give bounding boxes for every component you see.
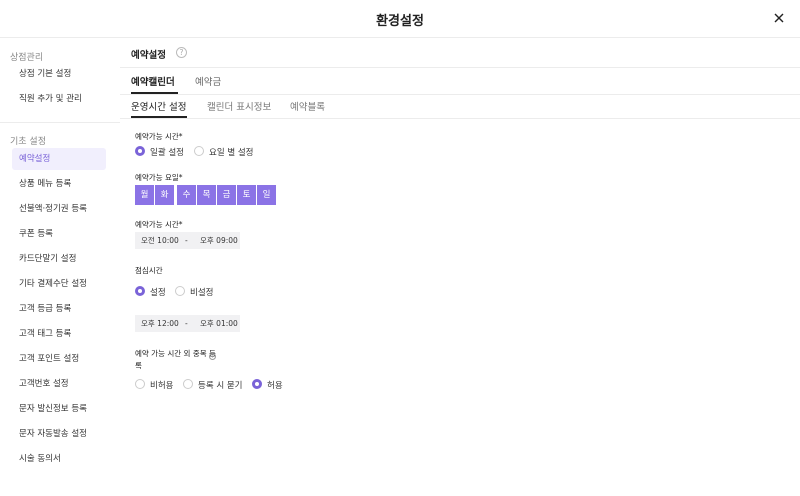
sidebar-item-prepaid[interactable]: 선불액·정기권 등록 <box>12 198 106 220</box>
radio-lunch-off-label: 비설정 <box>190 288 214 298</box>
day-chip-sun[interactable]: 일 <box>257 185 276 205</box>
sidebar-item-sms-auto[interactable]: 문자 자동발송 설정 <box>12 423 106 445</box>
divider <box>120 118 800 119</box>
lunch-label: 점심시간 <box>135 266 163 275</box>
sidebar-item-sms-sender[interactable]: 문자 발신정보 등록 <box>12 398 106 420</box>
radio-duplicate-ask[interactable] <box>183 379 193 389</box>
radio-per-day-setting[interactable] <box>194 146 204 156</box>
day-selector: 월 화 수 목 금 토 일 <box>135 185 277 205</box>
day-chip-fri[interactable]: 금 <box>217 185 236 205</box>
time-separator: - <box>185 236 188 245</box>
day-chip-sat[interactable]: 토 <box>237 185 256 205</box>
modal-title: 환경설정 <box>376 14 424 29</box>
sidebar-item-customer-point[interactable]: 고객 포인트 설정 <box>12 348 106 370</box>
day-chip-thu[interactable]: 목 <box>197 185 216 205</box>
radio-batch-setting[interactable] <box>135 146 145 156</box>
tab-deposit[interactable]: 예약금 <box>195 74 221 88</box>
sidebar-group-store: 상점관리 <box>10 53 44 63</box>
radio-lunch-on[interactable] <box>135 286 145 296</box>
radio-duplicate-allow-label: 허용 <box>267 381 283 391</box>
sidebar-item-card-terminal[interactable]: 카드단말기 설정 <box>12 248 106 270</box>
day-chip-mon[interactable]: 월 <box>135 185 154 205</box>
divider <box>120 67 800 68</box>
tab-reservation-block[interactable]: 예약블록 <box>290 99 325 113</box>
lunch-end-time-field[interactable]: 오후 01:00 <box>200 315 238 332</box>
available-days-label: 예약가능 요일* <box>135 173 183 182</box>
lunch-start-time-field[interactable]: 오후 12:00 <box>141 315 179 332</box>
end-time-field[interactable]: 오후 09:00 <box>200 232 238 249</box>
close-icon[interactable] <box>770 9 788 27</box>
modal-header: 환경설정 <box>0 0 800 38</box>
radio-duplicate-disallow-label: 비허용 <box>150 381 174 391</box>
duplicate-label-line2: 록 <box>135 361 142 370</box>
sidebar-item-customer-grade[interactable]: 고객 등급 등록 <box>12 298 106 320</box>
available-hours-range: 오전 10:00 - 오후 09:00 <box>135 232 240 249</box>
radio-batch-setting-label: 일괄 설정 <box>150 148 184 158</box>
day-chip-tue[interactable]: 화 <box>155 185 174 205</box>
available-hours-label: 예약가능 시간* <box>135 220 183 229</box>
sidebar-item-customer-number[interactable]: 고객번호 설정 <box>12 373 106 395</box>
sidebar: 상점관리 상점 기본 설정 직원 추가 및 관리 기초 설정 예약설정 상품 메… <box>0 38 120 496</box>
sidebar-item-store-basic[interactable]: 상점 기본 설정 <box>12 63 106 85</box>
radio-duplicate-allow[interactable] <box>252 379 262 389</box>
sidebar-divider <box>0 122 120 123</box>
sidebar-item-reservation[interactable]: 예약설정 <box>12 148 106 170</box>
radio-lunch-on-label: 설정 <box>150 288 166 298</box>
main-panel: 예약설정 ? 예약캘린더 예약금 운영시간 설정 캘린더 표시정보 예약블록 예… <box>120 38 800 496</box>
info-icon[interactable]: i <box>209 353 216 360</box>
sidebar-item-products[interactable]: 상품 메뉴 등록 <box>12 173 106 195</box>
sidebar-item-other-payment[interactable]: 기타 결제수단 설정 <box>12 273 106 295</box>
sidebar-item-coupon[interactable]: 쿠폰 등록 <box>12 223 106 245</box>
time-separator: - <box>185 319 188 328</box>
radio-per-day-setting-label: 요일 별 설정 <box>209 148 254 158</box>
sidebar-item-consent[interactable]: 시술 동의서 <box>12 448 106 470</box>
radio-duplicate-disallow[interactable] <box>135 379 145 389</box>
tab-calendar-display[interactable]: 캘린더 표시정보 <box>207 99 271 113</box>
tab-reservation-calendar[interactable]: 예약캘린더 <box>131 74 175 88</box>
lunch-time-range: 오후 12:00 - 오후 01:00 <box>135 315 240 332</box>
radio-duplicate-ask-label: 등록 시 묻기 <box>198 381 243 391</box>
tab-operating-hours[interactable]: 운영시간 설정 <box>131 99 186 113</box>
sidebar-item-customer-tag[interactable]: 고객 태그 등록 <box>12 323 106 345</box>
sidebar-item-staff[interactable]: 직원 추가 및 관리 <box>12 88 106 110</box>
duplicate-label: 예약 가능 시간 외 중복 등 <box>135 349 216 358</box>
day-chip-wed[interactable]: 수 <box>177 185 196 205</box>
radio-lunch-off[interactable] <box>175 286 185 296</box>
section-title: 예약설정 <box>131 50 166 61</box>
available-time-type-label: 예약가능 시간* <box>135 132 183 141</box>
sidebar-group-basic: 기초 설정 <box>10 137 46 147</box>
help-icon[interactable]: ? <box>176 47 187 58</box>
start-time-field[interactable]: 오전 10:00 <box>141 232 179 249</box>
divider <box>120 94 800 95</box>
